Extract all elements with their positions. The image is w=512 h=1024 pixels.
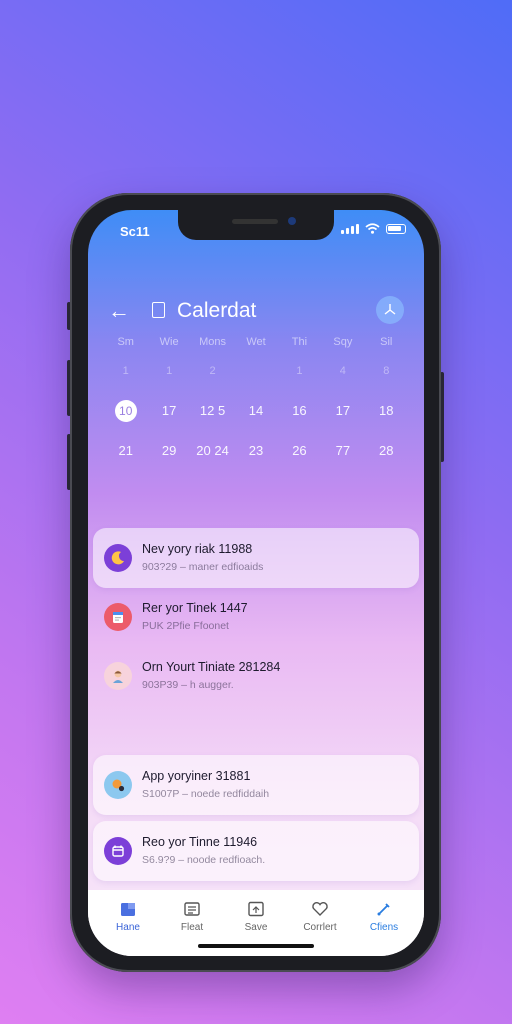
calendar-day[interactable]: 1: [278, 360, 321, 382]
calendar-day[interactable]: 16: [278, 400, 321, 422]
event-card[interactable]: Nev yory riak 11988 903?29 – maner edfio…: [93, 528, 419, 588]
weekday-header: Sm Wie Mons Wet Thi Sqy Sil: [104, 336, 408, 348]
calendar-day[interactable]: 12 5: [191, 400, 234, 422]
user-icon: [384, 304, 396, 315]
person-icon: [104, 662, 132, 690]
event-title: Reo yor Tinne 11946: [142, 835, 258, 849]
calendar-day[interactable]: 17: [321, 400, 364, 422]
tab-label: Hane: [116, 922, 140, 933]
heart-icon: [311, 900, 329, 918]
camera: [288, 217, 296, 225]
weekday-label: Sm: [117, 336, 134, 348]
profile-button[interactable]: [376, 296, 404, 324]
save-icon: [247, 900, 265, 918]
calendar-day[interactable]: 28: [365, 440, 408, 462]
notch: [178, 210, 334, 240]
calendar-icon: [104, 837, 132, 865]
event-title: App yoryiner 31881: [142, 769, 251, 783]
status-time: Sc11: [120, 224, 150, 239]
calendar-icon: [152, 302, 165, 318]
back-arrow-icon[interactable]: ←: [108, 298, 130, 324]
calendar-day[interactable]: 23: [234, 440, 277, 462]
weekday-label: Thi: [291, 336, 308, 348]
calendar-page-icon: [104, 603, 132, 631]
feed-icon: [183, 900, 201, 918]
event-title: Rer yor Tinek 1447: [142, 601, 248, 615]
calendar-day[interactable]: 17: [147, 400, 190, 422]
header: ← Calerdat: [88, 294, 424, 330]
signal-icon: [341, 224, 359, 234]
event-card[interactable]: Rer yor Tinek 1447 PUK 2Pfie Ffoonet: [93, 587, 419, 647]
weekday-label: Mons: [199, 336, 227, 348]
event-card[interactable]: App yoryiner 31881 S1007P – noede redfid…: [93, 755, 419, 815]
wifi-icon: [365, 223, 380, 234]
calendar-day[interactable]: 4: [321, 360, 364, 382]
event-subtitle: PUK 2Pfie Ffoonet: [142, 620, 229, 632]
event-subtitle: 903?29 – maner edfioaids: [142, 561, 264, 573]
calendar-day[interactable]: [234, 360, 277, 382]
tab-label: Fleat: [180, 922, 204, 933]
tab-home[interactable]: Hane: [100, 890, 156, 956]
calendar-day[interactable]: 20 24: [191, 440, 234, 462]
event-subtitle: S6.9?9 – noode redfioach.: [142, 854, 266, 866]
weekday-label: Wie: [159, 336, 179, 348]
calendar-day[interactable]: 2: [191, 360, 234, 382]
weekday-label: Sil: [380, 336, 393, 348]
tab-label: Save: [244, 922, 268, 933]
weekday-label: Wet: [246, 336, 266, 348]
speaker: [232, 219, 278, 224]
event-title: Orn Yourt Tiniate 281284: [142, 660, 281, 674]
home-indicator: [198, 944, 314, 948]
calendar-day[interactable]: 29: [147, 440, 190, 462]
calendar-day[interactable]: 77: [321, 440, 364, 462]
event-card[interactable]: Orn Yourt Tiniate 281284 903P39 – h augg…: [93, 646, 419, 706]
phone-screen: Sc11 ← Calerdat Sm Wie Mons Wet Thi Sqy: [88, 210, 424, 956]
calendar-day[interactable]: 1: [104, 360, 147, 382]
tab-label: Corrlert: [303, 922, 337, 933]
calendar-day[interactable]: 21: [104, 440, 147, 462]
battery-icon: [386, 224, 406, 234]
event-title: Nev yory riak 11988: [142, 542, 253, 556]
weekday-label: Sqy: [333, 336, 353, 348]
home-icon: [119, 900, 137, 918]
calendar-day[interactable]: 8: [365, 360, 408, 382]
event-subtitle: S1007P – noede redfiddaih: [142, 788, 270, 800]
status-icons: [341, 223, 406, 234]
calendar-day[interactable]: 18: [365, 400, 408, 422]
calendar-day[interactable]: 26: [278, 440, 321, 462]
calendar-day[interactable]: 14: [234, 400, 277, 422]
moon-icon: [104, 544, 132, 572]
basketball-icon: [104, 771, 132, 799]
selected-day-label: 10: [114, 400, 137, 422]
calendar-grid: 1 1 2 1 4 8 10 17 12 5 14 16 17 18 21 29…: [104, 360, 408, 462]
tab-clients[interactable]: Cfiens: [356, 890, 412, 956]
calendar-day[interactable]: 1: [147, 360, 190, 382]
calendar-day-selected[interactable]: 10: [104, 400, 147, 422]
tab-label: Cfiens: [369, 922, 399, 933]
page-title: Calerdat: [177, 299, 257, 322]
pen-icon: [375, 900, 393, 918]
event-subtitle: 903P39 – h augger.: [142, 679, 234, 691]
event-card[interactable]: Reo yor Tinne 11946 S6.9?9 – noode redfi…: [93, 821, 419, 881]
